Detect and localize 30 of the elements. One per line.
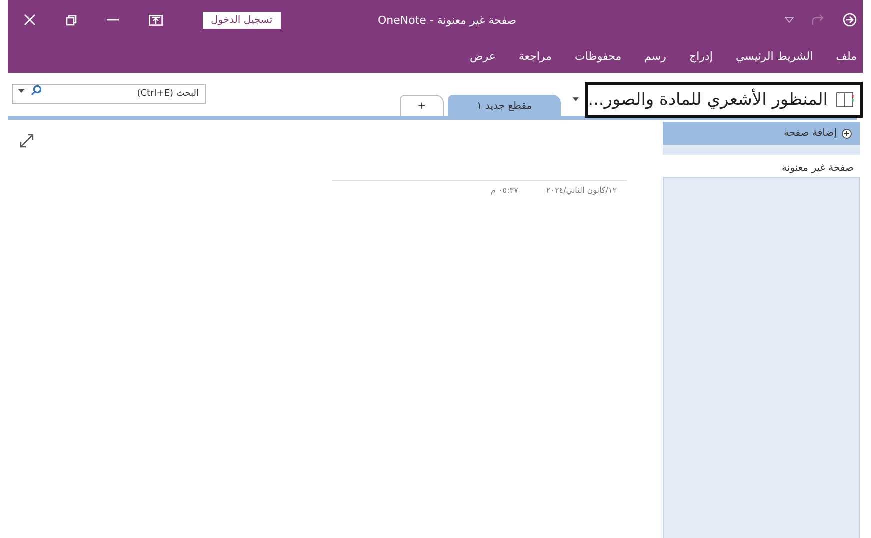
caret-icon[interactable] bbox=[18, 89, 25, 93]
add-page-button[interactable]: إضافة صفحة bbox=[663, 122, 860, 145]
close-icon[interactable] bbox=[24, 14, 36, 26]
expand-icon[interactable] bbox=[20, 134, 34, 148]
page-item[interactable]: صفحة غير معنونة bbox=[663, 160, 860, 177]
window-title: صفحة غير معنونة - OneNote bbox=[378, 14, 517, 26]
ribbon-tab[interactable]: إدراج bbox=[690, 50, 713, 63]
sign-in-button[interactable]: تسجيل الدخول bbox=[203, 12, 281, 28]
search-icon bbox=[31, 85, 42, 96]
back-icon[interactable] bbox=[843, 13, 857, 27]
ribbon-tab[interactable]: مراجعة bbox=[518, 50, 552, 63]
dropdown-icon[interactable] bbox=[785, 17, 794, 23]
note-date: ١٢/كانون الثاني/٢٠٢٤ bbox=[546, 186, 617, 195]
ribbon-tab[interactable]: رسم bbox=[644, 50, 666, 63]
restore-icon[interactable] bbox=[66, 14, 77, 26]
ribbon-tab[interactable]: ملف bbox=[836, 50, 857, 63]
ribbon-tab[interactable]: الشريط الرئيسي bbox=[736, 50, 814, 63]
notebook-icon bbox=[836, 92, 854, 108]
ribbon-tab[interactable]: محفوظات bbox=[574, 50, 622, 63]
section-tab[interactable]: مقطع جديد ١ bbox=[448, 95, 562, 116]
minimize-icon[interactable] bbox=[107, 19, 119, 21]
caret-icon[interactable] bbox=[573, 97, 580, 102]
search-field[interactable]: البحث (Ctrl+E) bbox=[12, 84, 206, 104]
note-time: ٠٥:٣٧ م bbox=[491, 186, 518, 195]
ribbon-tab[interactable]: عرض bbox=[470, 50, 496, 63]
plus-icon bbox=[842, 128, 852, 138]
section-tab[interactable]: + bbox=[400, 95, 444, 116]
notebook-title-box[interactable]: المنظور الأشعري للمادة والصور... bbox=[585, 82, 863, 118]
full-screen-icon[interactable] bbox=[149, 14, 163, 26]
notebook-title: المنظور الأشعري للمادة والصور... bbox=[588, 90, 828, 110]
